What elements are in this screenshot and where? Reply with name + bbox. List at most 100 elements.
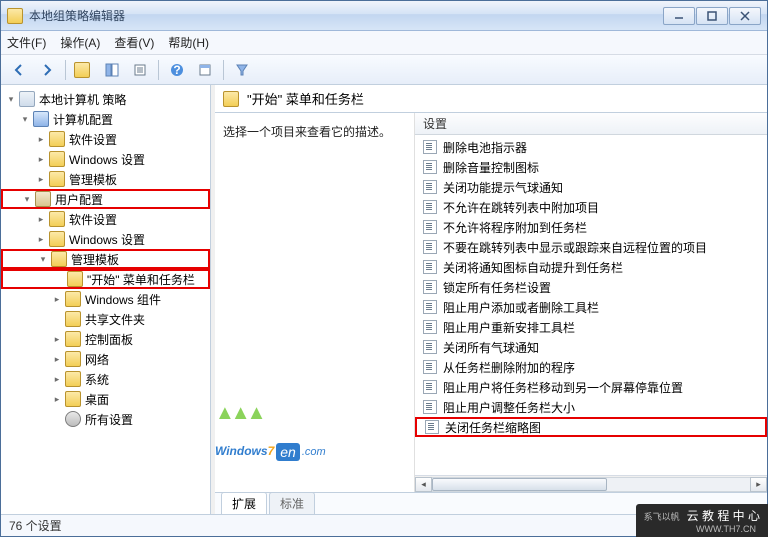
folder-icon: [65, 331, 81, 347]
tree-label: 所有设置: [85, 411, 133, 428]
toolbar-sep: [65, 60, 66, 80]
help-button[interactable]: ?: [165, 58, 189, 82]
list-item[interactable]: 阻止用户调整任务栏大小: [415, 397, 767, 417]
tree-label: 桌面: [85, 391, 109, 408]
expander-icon[interactable]: ▾: [37, 253, 49, 265]
tree-soft1[interactable]: ▸ 软件设置: [1, 129, 210, 149]
policy-item-icon: [423, 140, 437, 154]
tree-wincmp[interactable]: ▸Windows 组件: [1, 289, 210, 309]
tree-winset1[interactable]: ▸Windows 设置: [1, 149, 210, 169]
close-button[interactable]: [729, 7, 761, 25]
menu-action[interactable]: 操作(A): [60, 34, 100, 51]
tree-ctrlpanel[interactable]: ▸控制面板: [1, 329, 210, 349]
menu-help[interactable]: 帮助(H): [168, 34, 209, 51]
tree-startmenu[interactable]: •"开始" 菜单和任务栏: [1, 269, 210, 289]
expander-icon[interactable]: ▸: [35, 213, 47, 225]
list-item[interactable]: 关闭功能提示气球通知: [415, 177, 767, 197]
show-hide-tree-button[interactable]: [100, 58, 124, 82]
right-pane: "开始" 菜单和任务栏 选择一个项目来查看它的描述。 设置 删除电池指示器删除音…: [215, 85, 767, 514]
tree-soft2[interactable]: ▸软件设置: [1, 209, 210, 229]
column-header[interactable]: 设置: [415, 113, 767, 135]
list-item[interactable]: 阻止用户将任务栏移动到另一个屏幕停靠位置: [415, 377, 767, 397]
folder-icon: [65, 391, 81, 407]
maximize-button[interactable]: [696, 7, 728, 25]
expander-icon[interactable]: ▾: [21, 193, 33, 205]
policy-item-icon: [423, 360, 437, 374]
tree-network[interactable]: ▸网络: [1, 349, 210, 369]
list-item[interactable]: 锁定所有任务栏设置: [415, 277, 767, 297]
footer-small: 系飞以帆: [644, 512, 680, 522]
back-button[interactable]: [7, 58, 31, 82]
minimize-button[interactable]: [663, 7, 695, 25]
tree-desktop[interactable]: ▸ 桌面: [1, 389, 210, 409]
tree-system[interactable]: ▸ 系统: [1, 369, 210, 389]
policy-item-icon: [423, 340, 437, 354]
list-pane: 设置 删除电池指示器删除音量控制图标关闭功能提示气球通知不允许在跳转列表中附加项…: [415, 113, 767, 492]
list-item[interactable]: 关闭所有气球通知: [415, 337, 767, 357]
tree-root[interactable]: ▾本地计算机 策略: [1, 89, 210, 109]
list-item[interactable]: 删除电池指示器: [415, 137, 767, 157]
list-item[interactable]: 删除音量控制图标: [415, 157, 767, 177]
folder-icon: [49, 231, 65, 247]
expander-icon[interactable]: ▸: [51, 393, 63, 405]
list-item[interactable]: 不允许在跳转列表中附加项目: [415, 197, 767, 217]
policy-item-icon: [423, 260, 437, 274]
list-item[interactable]: 关闭将通知图标自动提升到任务栏: [415, 257, 767, 277]
menu-file[interactable]: 文件(F): [7, 34, 46, 51]
status-text: 76 个设置: [9, 517, 62, 534]
scroll-right-icon[interactable]: ▸: [750, 477, 767, 492]
scroll-thumb[interactable]: [432, 478, 607, 491]
settings-list[interactable]: 删除电池指示器删除音量控制图标关闭功能提示气球通知不允许在跳转列表中附加项目不允…: [415, 135, 767, 475]
list-item-label: 关闭任务栏缩略图: [445, 419, 541, 436]
list-item[interactable]: 不允许将程序附加到任务栏: [415, 217, 767, 237]
tree-label: 软件设置: [69, 131, 117, 148]
tree-admintpl1[interactable]: ▸管理模板: [1, 169, 210, 189]
tab-extended[interactable]: 扩展: [221, 492, 267, 514]
expander-icon[interactable]: ▸: [35, 153, 47, 165]
folder-icon: [49, 211, 65, 227]
scroll-track[interactable]: [432, 477, 750, 492]
list-item[interactable]: 从任务栏删除附加的程序: [415, 357, 767, 377]
tree-user[interactable]: ▾用户配置: [1, 189, 210, 209]
export-button[interactable]: [128, 58, 152, 82]
scroll-left-icon[interactable]: ◂: [415, 477, 432, 492]
description-text: 选择一个项目来查看它的描述。: [223, 125, 391, 139]
tree-shared[interactable]: •共享文件夹: [1, 309, 210, 329]
description-pane: 选择一个项目来查看它的描述。: [215, 113, 415, 492]
folder-icon: [49, 131, 65, 147]
pane-heading: "开始" 菜单和任务栏: [215, 85, 767, 113]
window-title: 本地组策略编辑器: [29, 7, 663, 24]
expander-icon[interactable]: ▸: [35, 173, 47, 185]
expander-icon[interactable]: ▸: [35, 133, 47, 145]
expander-icon[interactable]: ▸: [35, 233, 47, 245]
expander-icon[interactable]: ▸: [51, 373, 63, 385]
tab-standard[interactable]: 标准: [269, 492, 315, 514]
list-item[interactable]: 不要在跳转列表中显示或跟踪来自远程位置的项目: [415, 237, 767, 257]
h-scrollbar[interactable]: ◂ ▸: [415, 475, 767, 492]
list-item[interactable]: 关闭任务栏缩略图: [415, 417, 767, 437]
up-button[interactable]: [72, 58, 96, 82]
filter-button[interactable]: [230, 58, 254, 82]
tree-computer[interactable]: ▾计算机配置: [1, 109, 210, 129]
expander-icon[interactable]: ▾: [19, 113, 31, 125]
tree-admintpl2[interactable]: ▾管理模板: [1, 249, 210, 269]
toolbar: ?: [1, 55, 767, 85]
tree-winset2[interactable]: ▸Windows 设置: [1, 229, 210, 249]
expander-icon[interactable]: ▾: [5, 93, 17, 105]
column-label: 设置: [423, 115, 447, 132]
tree-pane[interactable]: ▾本地计算机 策略 ▾计算机配置 ▸ 软件设置 ▸Windows 设置 ▸管理模板…: [1, 85, 211, 514]
properties-button[interactable]: [193, 58, 217, 82]
tree-allset[interactable]: •所有设置: [1, 409, 210, 429]
policy-item-icon: [423, 220, 437, 234]
expander-icon[interactable]: ▸: [51, 293, 63, 305]
folder-icon: [223, 91, 239, 107]
menu-view[interactable]: 查看(V): [114, 34, 154, 51]
expander-icon[interactable]: ▸: [51, 353, 63, 365]
expander-icon[interactable]: ▸: [51, 333, 63, 345]
list-item-label: 不允许将程序附加到任务栏: [443, 219, 587, 236]
forward-button[interactable]: [35, 58, 59, 82]
titlebar[interactable]: 本地组策略编辑器: [1, 1, 767, 31]
list-item[interactable]: 阻止用户重新安排工具栏: [415, 317, 767, 337]
list-item[interactable]: 阻止用户添加或者删除工具栏: [415, 297, 767, 317]
tree-label: 系统: [85, 371, 109, 388]
